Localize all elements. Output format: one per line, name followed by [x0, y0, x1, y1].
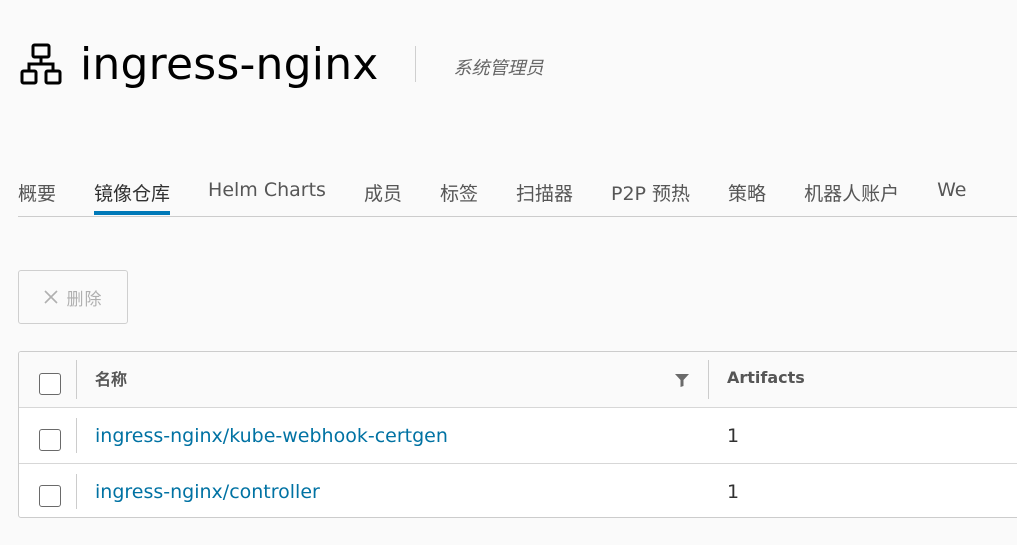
close-icon	[43, 290, 58, 304]
tab-repositories[interactable]: 镜像仓库	[94, 168, 171, 215]
artifacts-count-cell: 1	[709, 464, 740, 517]
repository-name-cell: ingress-nginx/kube-webhook-certgen	[77, 408, 709, 463]
row-checkbox[interactable]	[39, 484, 61, 507]
row-checkbox[interactable]	[39, 428, 61, 451]
tab-labels[interactable]: 标签	[440, 168, 478, 215]
repositories-table: 名称 Artifacts ingress-nginx/kube-webhook-…	[18, 351, 1017, 518]
title-divider	[414, 46, 416, 82]
artifacts-count: 1	[727, 480, 740, 503]
repository-link[interactable]: ingress-nginx/kube-webhook-certgen	[95, 425, 448, 447]
artifacts-count-cell: 1	[709, 408, 739, 463]
tab-members[interactable]: 成员	[364, 168, 402, 215]
table-header-row: 名称 Artifacts	[19, 352, 1017, 408]
table-row: ingress-nginx/kube-webhook-certgen 1	[19, 408, 1017, 464]
project-page: ingress-nginx 系统管理员 概要 镜像仓库 Helm Charts …	[0, 0, 1017, 545]
user-role-label: 系统管理员	[453, 58, 544, 79]
delete-button-label: 删除	[66, 289, 103, 310]
select-all-checkbox[interactable]	[39, 372, 61, 395]
select-all-cell	[19, 352, 77, 407]
filter-icon[interactable]	[675, 374, 689, 387]
tab-robot-accounts[interactable]: 机器人账户	[804, 168, 899, 215]
tab-helm-charts[interactable]: Helm Charts	[208, 168, 326, 215]
repository-name-cell: ingress-nginx/controller	[77, 464, 709, 517]
table-row: ingress-nginx/controller 1	[19, 464, 1017, 517]
delete-button[interactable]: 删除	[18, 270, 128, 324]
tab-p2p-preheat[interactable]: P2P 预热	[611, 168, 690, 215]
artifacts-column-label: Artifacts	[727, 368, 805, 387]
tab-summary[interactable]: 概要	[18, 168, 56, 215]
artifacts-column-header[interactable]: Artifacts	[709, 352, 805, 407]
tab-policy[interactable]: 策略	[728, 168, 766, 215]
tab-webhooks[interactable]: We	[937, 168, 966, 215]
row-select-cell	[19, 464, 77, 517]
name-column-header[interactable]: 名称	[77, 352, 709, 407]
page-header: ingress-nginx 系统管理员	[20, 36, 544, 92]
tab-scanner[interactable]: 扫描器	[516, 168, 573, 215]
project-network-icon	[20, 43, 62, 85]
artifacts-count: 1	[727, 424, 740, 447]
project-tabs: 概要 镜像仓库 Helm Charts 成员 标签 扫描器 P2P 预热 策略 …	[18, 168, 1017, 217]
repository-link[interactable]: ingress-nginx/controller	[95, 481, 320, 503]
page-title: ingress-nginx	[80, 38, 379, 90]
name-column-label: 名称	[95, 369, 128, 389]
row-select-cell	[19, 408, 77, 463]
